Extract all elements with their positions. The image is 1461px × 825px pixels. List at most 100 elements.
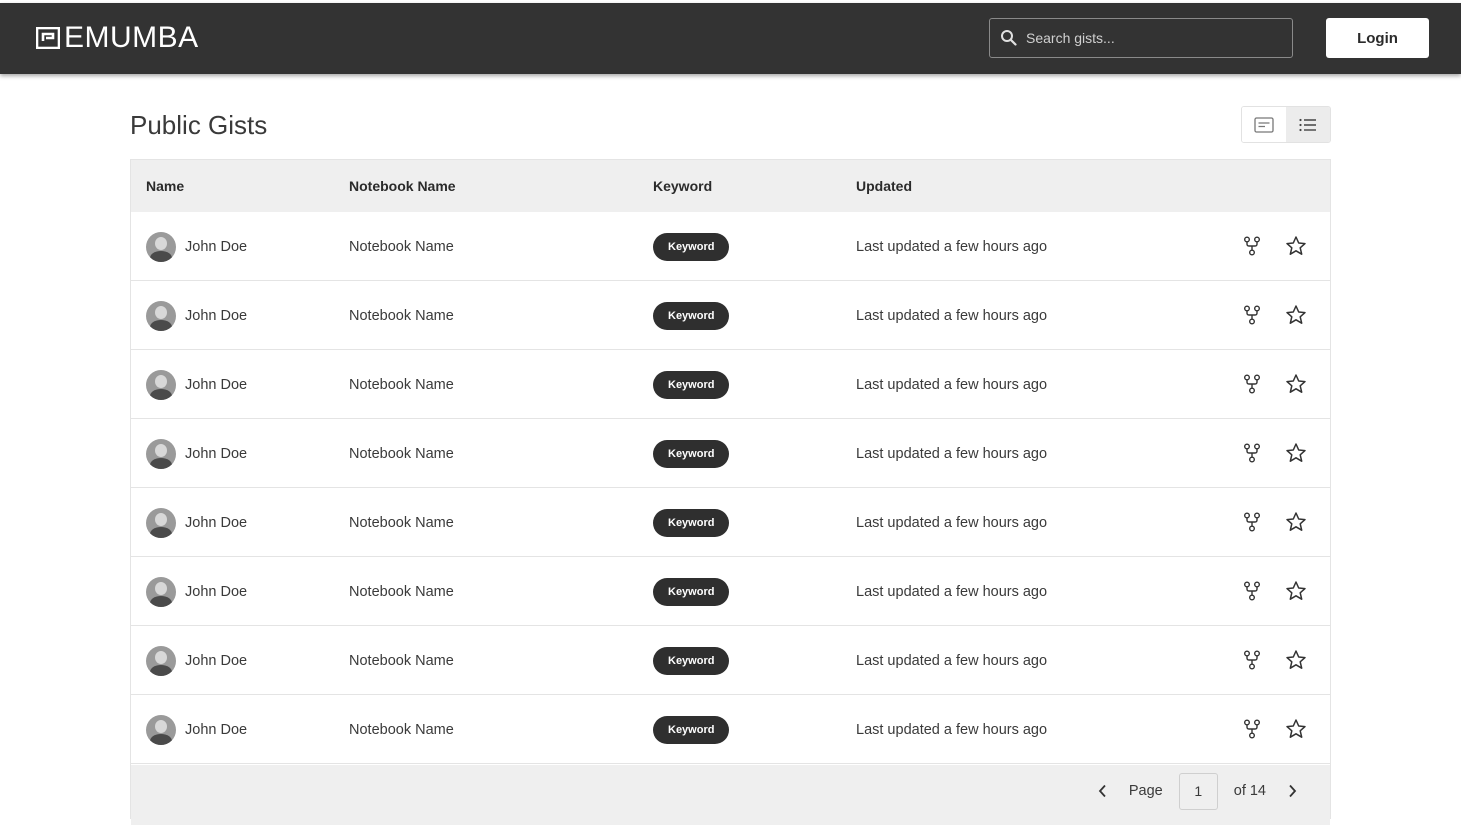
avatar[interactable]: [146, 300, 176, 331]
updated-text: Last updated a few hours ago: [856, 238, 1048, 255]
avatar[interactable]: [146, 231, 176, 262]
notebook-name[interactable]: Notebook Name: [349, 350, 454, 419]
notebook-name[interactable]: Notebook Name: [349, 281, 454, 350]
notebook-name[interactable]: Notebook Name: [349, 488, 454, 557]
star-icon: [1286, 650, 1306, 669]
keyword-cell: Keyword: [653, 281, 730, 350]
star-button[interactable]: [1285, 373, 1307, 395]
table-row[interactable]: John Doe Notebook Name Keyword Last upda…: [131, 557, 1330, 626]
star-button[interactable]: [1285, 580, 1307, 602]
star-button[interactable]: [1285, 511, 1307, 533]
updated-text: Last updated a few hours ago: [856, 721, 1048, 738]
avatar[interactable]: [146, 369, 176, 400]
fork-button[interactable]: [1241, 649, 1263, 671]
fork-button[interactable]: [1241, 442, 1263, 464]
column-header-notebook[interactable]: Notebook Name: [349, 178, 456, 194]
table-row[interactable]: John Doe Notebook Name Keyword Last upda…: [131, 212, 1330, 281]
keyword-badge: Keyword: [653, 577, 730, 606]
user-name[interactable]: John Doe: [185, 446, 247, 462]
star-button[interactable]: [1285, 649, 1307, 671]
table-row[interactable]: John Doe Notebook Name Keyword Last upda…: [131, 350, 1330, 419]
fork-button[interactable]: [1241, 580, 1263, 602]
page-title: Public Gists: [130, 110, 268, 140]
column-header-updated[interactable]: Updated: [856, 178, 912, 194]
search-input[interactable]: [1026, 30, 1276, 46]
previous-page-button[interactable]: [1093, 781, 1113, 801]
table-row[interactable]: John Doe Notebook Name Keyword Last upda…: [131, 695, 1330, 764]
next-page-button[interactable]: [1282, 781, 1302, 801]
fork-icon: [1244, 581, 1260, 601]
table-header: Name Notebook Name Keyword Updated: [131, 160, 1330, 212]
view-toggle: [1241, 106, 1331, 143]
star-button[interactable]: [1285, 235, 1307, 257]
column-header-name[interactable]: Name: [146, 178, 184, 194]
table-row[interactable]: John Doe Notebook Name Keyword Last upda…: [131, 488, 1330, 557]
keyword-badge: Keyword: [653, 439, 730, 468]
keyword-cell: Keyword: [653, 488, 730, 557]
list-view-button[interactable]: [1286, 107, 1330, 142]
name-cell: John Doe: [146, 212, 247, 281]
fork-button[interactable]: [1241, 511, 1263, 533]
fork-icon: [1244, 305, 1260, 325]
keyword-cell: Keyword: [653, 350, 730, 419]
star-icon: [1286, 236, 1306, 255]
name-cell: John Doe: [146, 419, 247, 488]
table-row[interactable]: John Doe Notebook Name Keyword Last upda…: [131, 281, 1330, 350]
updated-text: Last updated a few hours ago: [856, 652, 1048, 669]
avatar[interactable]: [146, 507, 176, 538]
star-button[interactable]: [1285, 718, 1307, 740]
keyword-cell: Keyword: [653, 695, 730, 764]
star-button[interactable]: [1285, 304, 1307, 326]
page-label: Page: [1128, 783, 1163, 799]
fork-icon: [1244, 719, 1260, 739]
name-cell: John Doe: [146, 557, 247, 626]
keyword-cell: Keyword: [653, 419, 730, 488]
notebook-name[interactable]: Notebook Name: [349, 695, 454, 764]
user-name[interactable]: John Doe: [185, 515, 247, 531]
user-name[interactable]: John Doe: [185, 653, 247, 669]
keyword-cell: Keyword: [653, 626, 730, 695]
brand-logo[interactable]: EMUMBA: [36, 23, 199, 53]
table-row[interactable]: John Doe Notebook Name Keyword Last upda…: [131, 626, 1330, 695]
name-cell: John Doe: [146, 695, 247, 764]
user-name[interactable]: John Doe: [185, 584, 247, 600]
user-name[interactable]: John Doe: [185, 308, 247, 324]
star-icon: [1286, 305, 1306, 324]
card-view-button[interactable]: [1242, 107, 1286, 142]
keyword-cell: Keyword: [653, 212, 730, 281]
notebook-name[interactable]: Notebook Name: [349, 557, 454, 626]
fork-icon: [1244, 374, 1260, 394]
pagination: Page of 14: [1093, 772, 1302, 810]
star-icon: [1286, 719, 1306, 738]
avatar[interactable]: [146, 645, 176, 676]
login-button[interactable]: Login: [1326, 18, 1429, 58]
name-cell: John Doe: [146, 488, 247, 557]
column-header-keyword[interactable]: Keyword: [653, 178, 712, 194]
user-name[interactable]: John Doe: [185, 377, 247, 393]
avatar[interactable]: [146, 438, 176, 469]
fork-button[interactable]: [1241, 304, 1263, 326]
fork-button[interactable]: [1241, 718, 1263, 740]
search-icon: [1001, 30, 1017, 46]
page-number-input[interactable]: [1178, 772, 1218, 810]
brand-name: EMUMBA: [64, 21, 199, 54]
notebook-name[interactable]: Notebook Name: [349, 419, 454, 488]
user-name[interactable]: John Doe: [185, 239, 247, 255]
fork-icon: [1244, 443, 1260, 463]
notebook-name[interactable]: Notebook Name: [349, 212, 454, 281]
fork-button[interactable]: [1241, 373, 1263, 395]
name-cell: John Doe: [146, 281, 247, 350]
fork-button[interactable]: [1241, 235, 1263, 257]
card-view-icon: [1254, 116, 1274, 133]
user-name[interactable]: John Doe: [185, 722, 247, 738]
keyword-badge: Keyword: [653, 508, 730, 537]
updated-text: Last updated a few hours ago: [856, 583, 1048, 600]
search-box[interactable]: [989, 18, 1293, 58]
avatar[interactable]: [146, 714, 176, 745]
notebook-name[interactable]: Notebook Name: [349, 626, 454, 695]
star-button[interactable]: [1285, 442, 1307, 464]
table-row[interactable]: John Doe Notebook Name Keyword Last upda…: [131, 419, 1330, 488]
updated-text: Last updated a few hours ago: [856, 376, 1048, 393]
avatar[interactable]: [146, 576, 176, 607]
keyword-badge: Keyword: [653, 232, 730, 261]
